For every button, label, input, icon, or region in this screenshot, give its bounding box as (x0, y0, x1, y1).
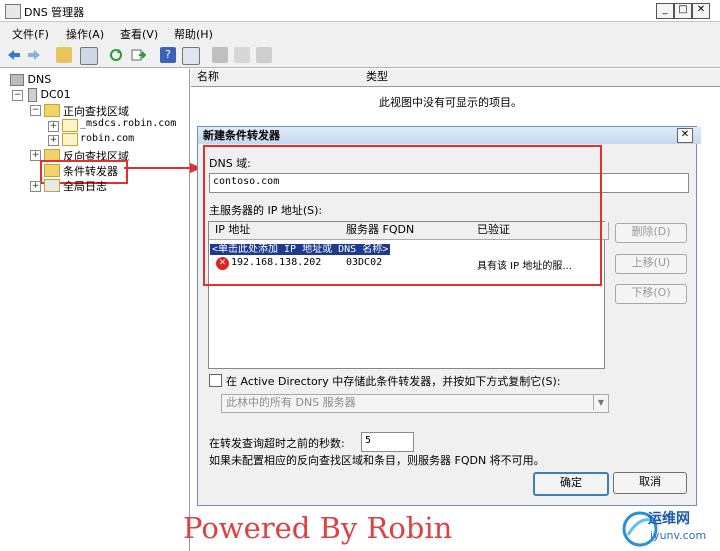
move-up-button[interactable]: 上移(U) (615, 254, 687, 274)
chevron-down-icon: ▼ (593, 395, 608, 410)
server-list-icon[interactable] (234, 47, 250, 63)
replication-scope-value: 此林中的所有 DNS 服务器 (226, 396, 356, 409)
collapse-forward-toggle[interactable]: − (30, 105, 41, 116)
zone-icon (62, 119, 78, 132)
show-hide-tree-icon[interactable] (80, 47, 98, 65)
minimize-button[interactable]: _ (656, 3, 674, 19)
help-icon[interactable]: ? (160, 47, 176, 63)
toolbar: ? (0, 42, 720, 68)
menu-action[interactable]: 操作(A) (66, 26, 104, 42)
dialog-close-button[interactable]: ✕ (677, 128, 693, 143)
tree-item-global-logs[interactable]: 全局日志 (63, 178, 107, 194)
expand-zone2-toggle[interactable]: + (48, 135, 59, 146)
console-tree: DNS − DC01 − 正向查找区域 + _msdcs.robin.com +… (0, 69, 190, 551)
delete-item-icon[interactable] (256, 47, 272, 63)
title-bar: DNS 管理器 _ □ ✕ (0, 0, 720, 22)
annotation-arrow (124, 163, 202, 173)
empty-view-message: 此视图中没有可显示的项目。 (379, 96, 522, 109)
dns-manager-icon (5, 4, 21, 19)
collapse-dc01-toggle[interactable]: − (12, 90, 23, 101)
zone-icon (62, 133, 78, 146)
tree-item-zone-robin[interactable]: robin.com (80, 133, 134, 144)
tree-item-dns[interactable]: DNS (10, 73, 51, 86)
expand-zone1-toggle[interactable]: + (48, 121, 59, 132)
cancel-button[interactable]: 取消 (613, 472, 687, 494)
menu-help[interactable]: 帮助(H) (174, 26, 213, 42)
server-icon[interactable] (212, 47, 228, 63)
server-node-icon (28, 88, 37, 102)
up-folder-icon[interactable] (56, 47, 72, 63)
store-in-ad-checkbox[interactable] (209, 374, 222, 387)
properties-icon[interactable] (182, 47, 200, 65)
export-list-icon[interactable] (130, 47, 147, 63)
close-button[interactable]: ✕ (692, 3, 710, 19)
timeout-input[interactable]: 5 (361, 432, 414, 452)
tree-item-zone-msdcs[interactable]: _msdcs.robin.com (80, 118, 176, 129)
expand-logs-toggle[interactable]: + (30, 181, 41, 192)
log-icon (44, 179, 60, 192)
window-title: DNS 管理器 (24, 6, 85, 19)
column-type[interactable]: 类型 (360, 69, 720, 87)
menu-file[interactable]: 文件(F) (12, 26, 49, 42)
fqdn-note: 如果未配置相应的反向查找区域和条目，则服务器 FQDN 将不可用。 (209, 454, 545, 467)
tree-item-dc01[interactable]: DC01 (28, 88, 71, 102)
dialog-title: 新建条件转发器 (198, 127, 701, 144)
delete-button[interactable]: 删除(D) (615, 223, 687, 243)
column-name[interactable]: 名称 (191, 69, 367, 87)
maximize-button[interactable]: □ (674, 3, 692, 19)
timeout-label: 在转发查询超时之前的秒数: (209, 437, 345, 450)
brand-url: iyunv.com (650, 529, 707, 542)
dns-root-icon (10, 74, 24, 86)
menu-bar: 文件(F) 操作(A) 查看(V) 帮助(H) (0, 22, 720, 42)
move-down-button[interactable]: 下移(O) (615, 284, 687, 304)
annotation-box (203, 145, 602, 286)
store-in-ad-label: 在 Active Directory 中存储此条件转发器，并按如下方式复制它(S… (226, 375, 561, 388)
ok-button[interactable]: 确定 (533, 472, 609, 496)
menu-view[interactable]: 查看(V) (120, 26, 158, 42)
tree-item-forward-zones[interactable]: 正向查找区域 (63, 103, 129, 119)
replication-scope-select[interactable]: 此林中的所有 DNS 服务器 ▼ (221, 394, 609, 413)
folder-icon (44, 104, 60, 117)
watermark-text: Powered By Robin (183, 511, 453, 545)
brand-name: 运维网 (648, 511, 690, 527)
refresh-icon[interactable] (108, 47, 124, 63)
back-icon[interactable] (6, 47, 22, 63)
forward-icon[interactable] (26, 47, 42, 63)
